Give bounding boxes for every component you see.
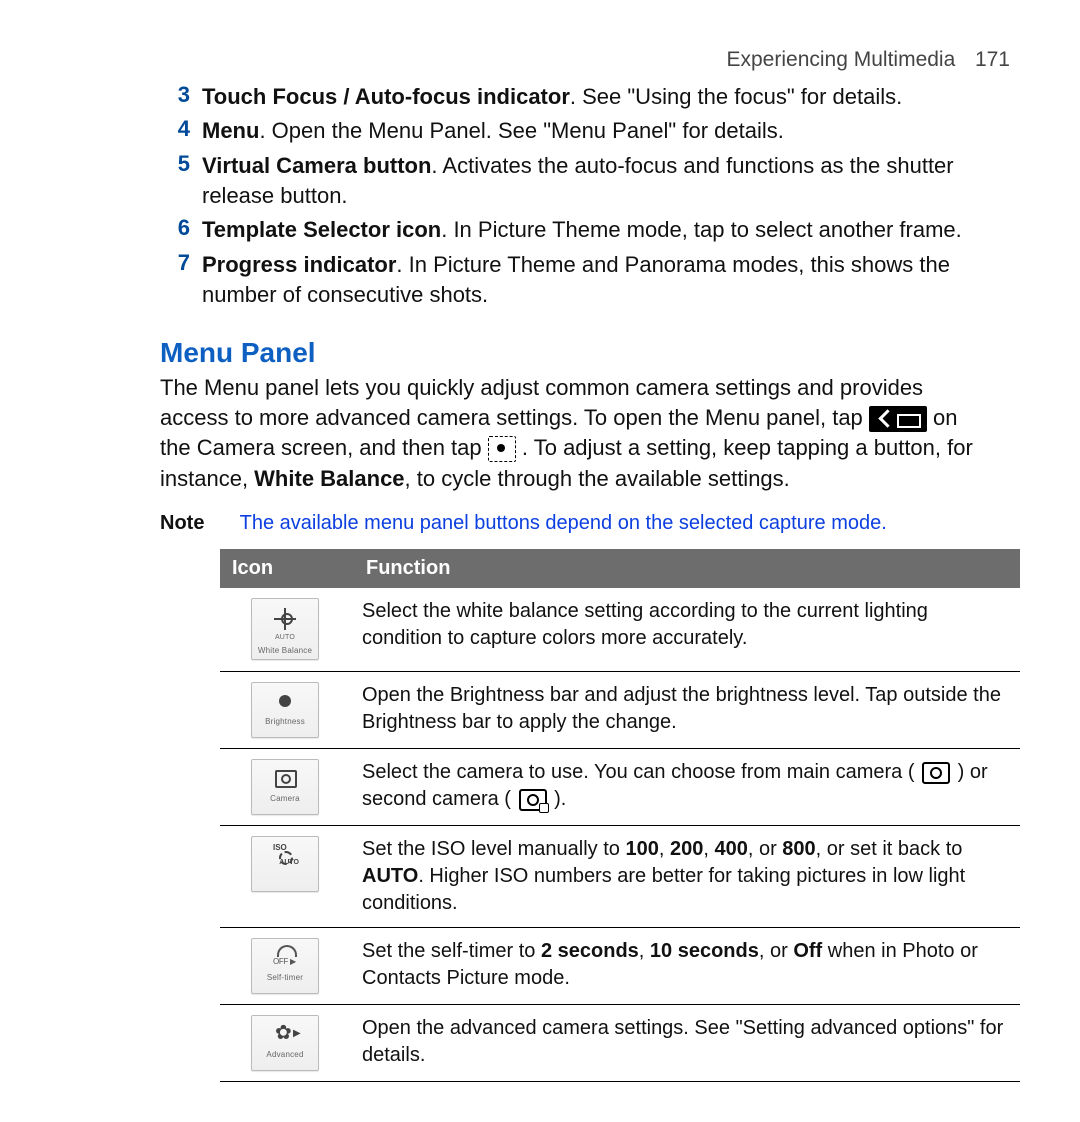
list-item: 4 Menu. Open the Menu Panel. See "Menu P… [160, 116, 1020, 146]
list-text: . See "Using the focus" for details. [570, 84, 902, 109]
function-text: Open the advanced camera settings. See "… [354, 1005, 1020, 1082]
table-row: AUTO White Balance Select the white bala… [220, 588, 1020, 672]
iso-icon [251, 836, 319, 892]
body-paragraph: The Menu panel lets you quickly adjust c… [160, 373, 990, 494]
list-number: 6 [160, 215, 202, 245]
list-item: 3 Touch Focus / Auto-focus indicator. Se… [160, 82, 1020, 112]
list-number: 7 [160, 250, 202, 311]
list-number: 4 [160, 116, 202, 146]
list-number: 5 [160, 151, 202, 212]
function-text: Select the camera to use. You can choose… [354, 749, 1020, 826]
list-text: . In Picture Theme mode, tap to select a… [441, 217, 962, 242]
list-item: 6 Template Selector icon. In Picture The… [160, 215, 1020, 245]
list-number: 3 [160, 82, 202, 112]
menu-target-icon [488, 436, 516, 462]
list-term: Menu [202, 118, 259, 143]
list-term: Template Selector icon [202, 217, 441, 242]
running-header: Experiencing Multimedia 171 [60, 48, 1020, 72]
second-camera-icon [519, 789, 547, 811]
list-term: Touch Focus / Auto-focus indicator [202, 84, 570, 109]
main-camera-icon [922, 762, 950, 784]
column-header-function: Function [354, 549, 1020, 588]
brightness-icon: Brightness [251, 682, 319, 738]
list-term: Virtual Camera button [202, 153, 431, 178]
list-term: Progress indicator [202, 252, 396, 277]
page-number: 171 [975, 48, 1010, 71]
table-row: Set the ISO level manually to 100, 200, … [220, 826, 1020, 928]
icon-function-table: Icon Function AUTO White Balance Select … [220, 549, 1020, 1082]
list-text: . Open the Menu Panel. See "Menu Panel" … [259, 118, 783, 143]
menu-panel-tap-icon [869, 406, 927, 432]
callout-list: 3 Touch Focus / Auto-focus indicator. Se… [160, 82, 1020, 311]
function-text: Set the ISO level manually to 100, 200, … [354, 826, 1020, 928]
column-header-icon: Icon [220, 549, 354, 588]
section-heading: Menu Panel [160, 337, 1020, 369]
advanced-icon: Advanced [251, 1015, 319, 1071]
section-name: Experiencing Multimedia [727, 48, 956, 71]
function-text: Select the white balance setting accordi… [354, 588, 1020, 672]
note-text: The available menu panel buttons depend … [240, 512, 887, 534]
table-row: Advanced Open the advanced camera settin… [220, 1005, 1020, 1082]
list-item: 7 Progress indicator. In Picture Theme a… [160, 250, 1020, 311]
camera-select-icon: Camera [251, 759, 319, 815]
table-row: Brightness Open the Brightness bar and a… [220, 672, 1020, 749]
function-text: Set the self-timer to 2 seconds, 10 seco… [354, 928, 1020, 1005]
function-text: Open the Brightness bar and adjust the b… [354, 672, 1020, 749]
table-row: Camera Select the camera to use. You can… [220, 749, 1020, 826]
table-row: Self-timer Set the self-timer to 2 secon… [220, 928, 1020, 1005]
note-line: Note The available menu panel buttons de… [160, 512, 1020, 535]
white-balance-icon: AUTO White Balance [251, 598, 319, 660]
self-timer-icon: Self-timer [251, 938, 319, 994]
manual-page: Experiencing Multimedia 171 3 Touch Focu… [0, 0, 1080, 1122]
list-item: 5 Virtual Camera button. Activates the a… [160, 151, 1020, 212]
note-label: Note [160, 512, 204, 534]
